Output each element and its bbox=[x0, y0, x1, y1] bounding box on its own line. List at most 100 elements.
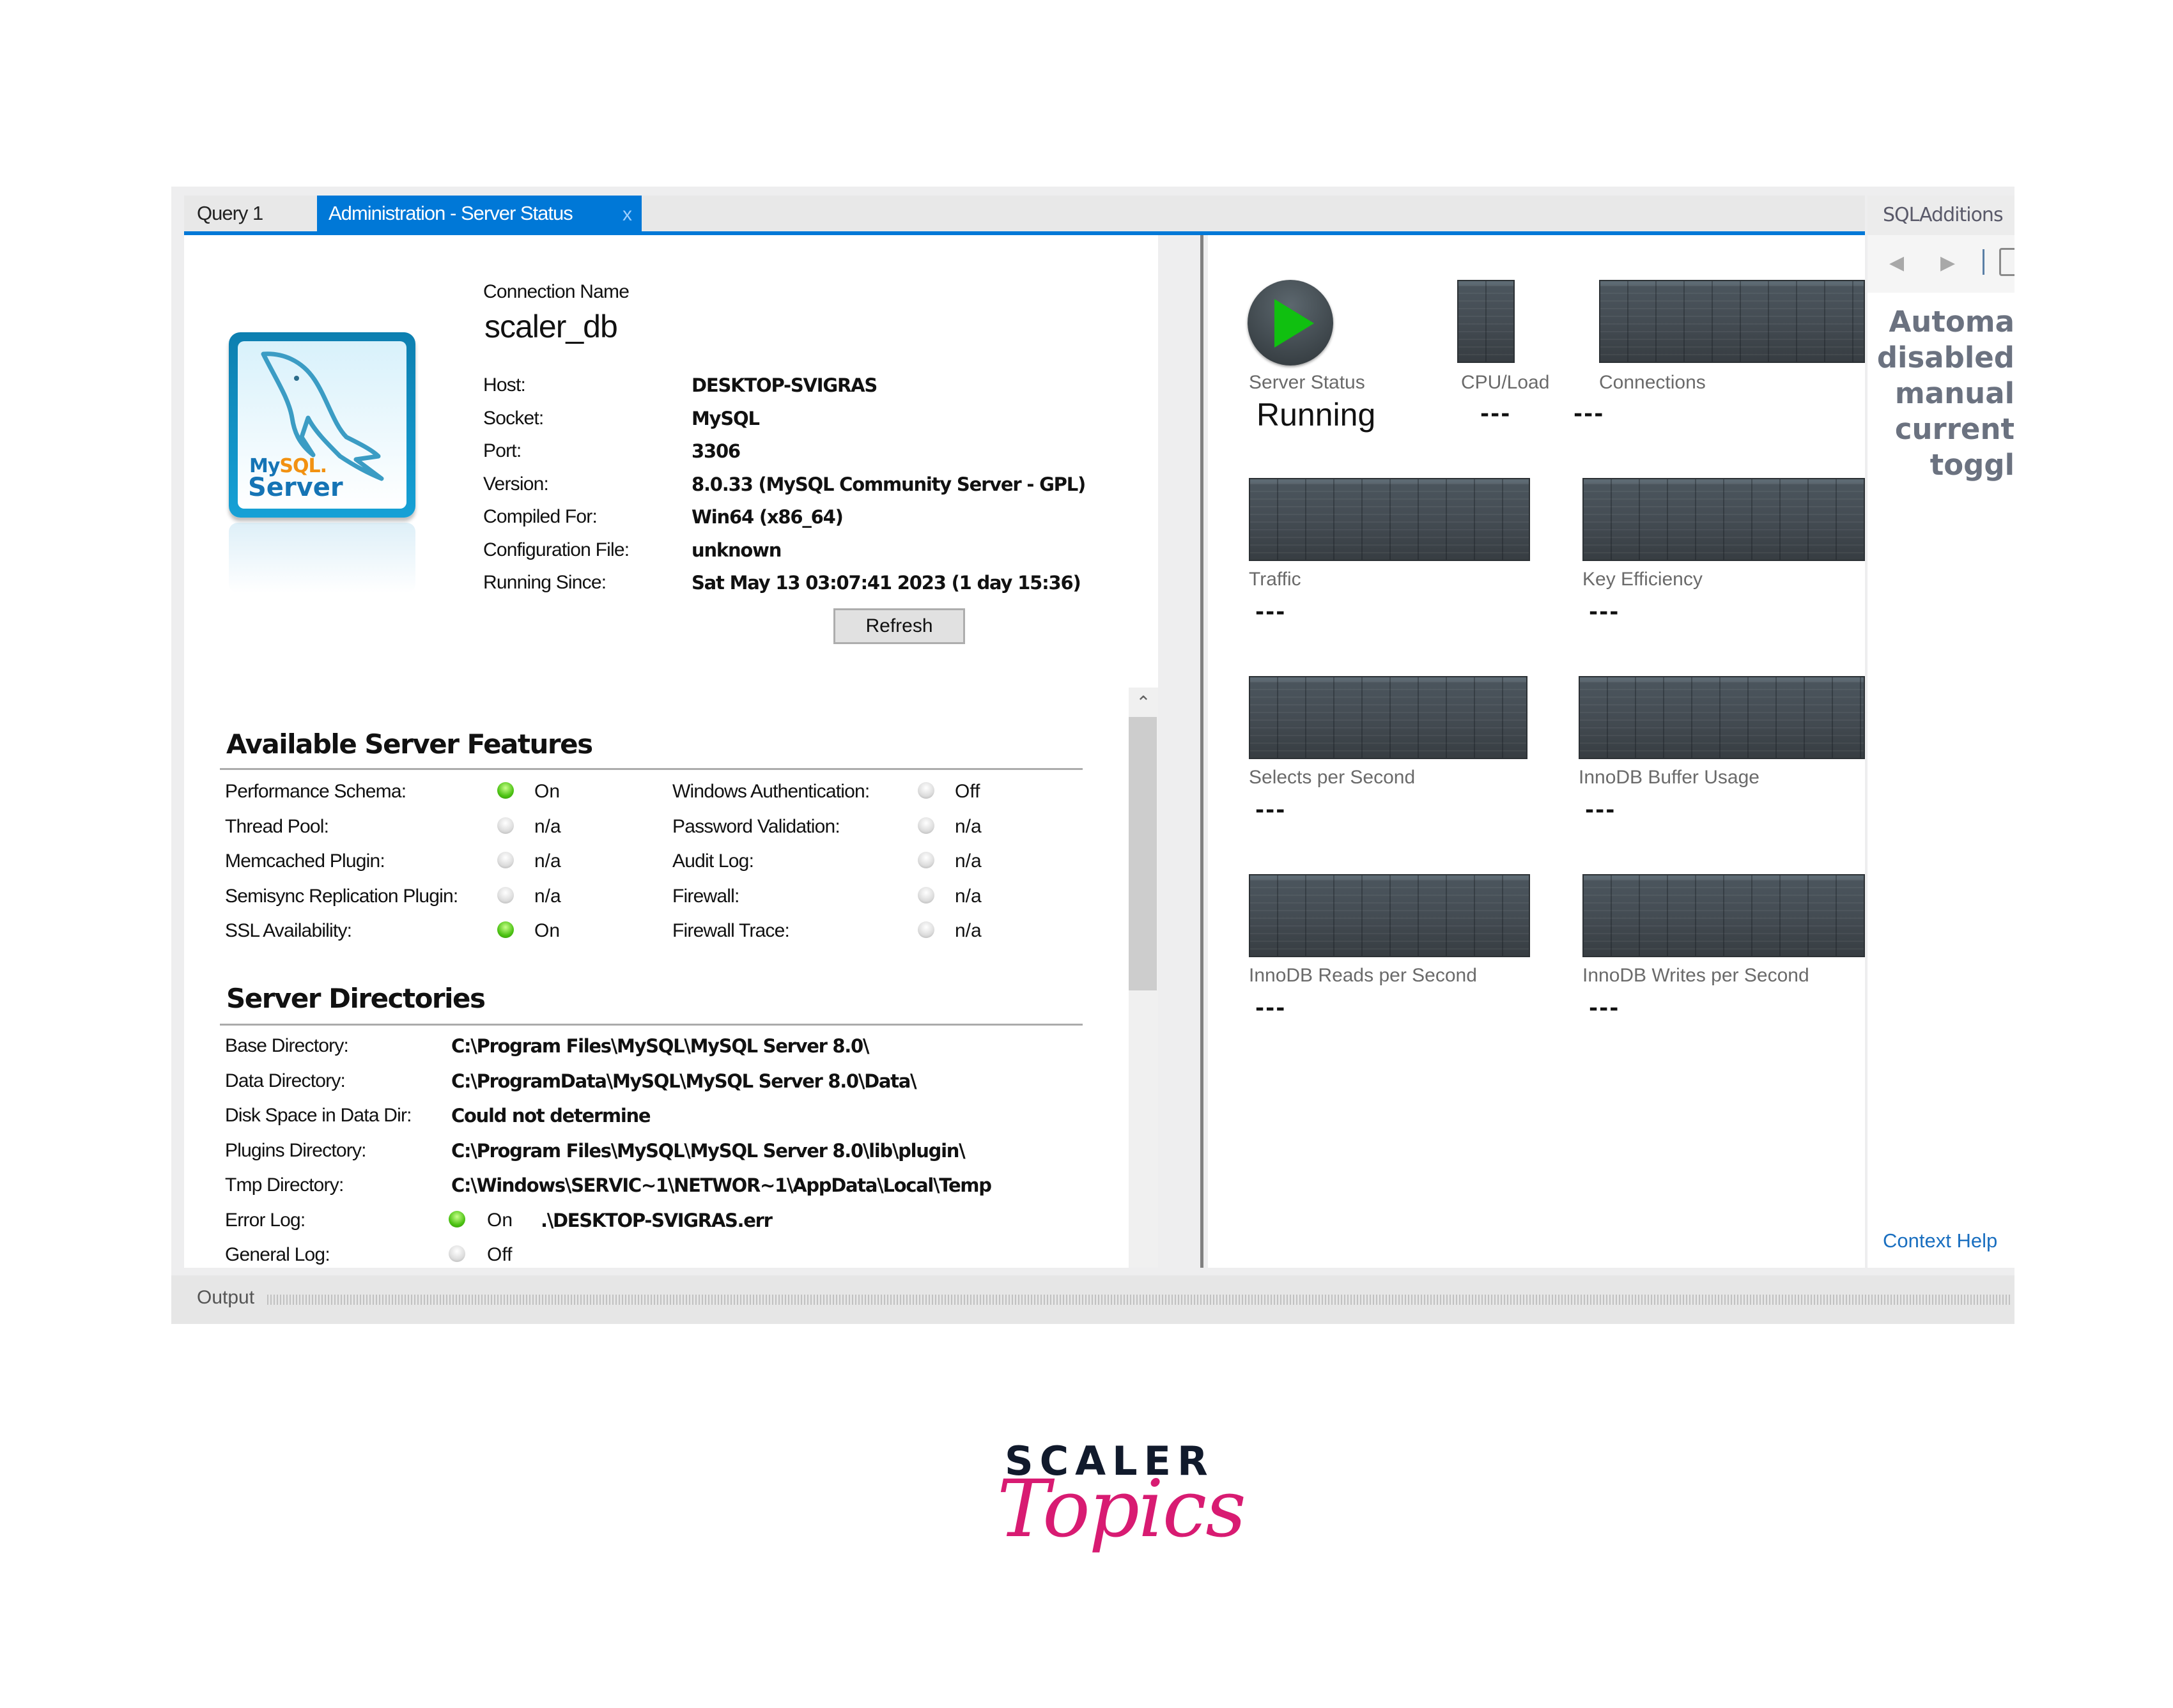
metric-graph bbox=[1249, 874, 1530, 957]
sidebar-message-line: disabled bbox=[1876, 341, 2014, 374]
feature-label: Thread Pool: bbox=[225, 815, 329, 837]
output-resize-grip[interactable] bbox=[267, 1295, 2012, 1305]
metric-graph bbox=[1579, 676, 1865, 759]
toolbar-separator bbox=[1983, 249, 1984, 275]
metric-label: InnoDB Reads per Second bbox=[1249, 965, 1477, 986]
directory-value: C:\Program Files\MySQL\MySQL Server 8.0\ bbox=[451, 1035, 869, 1057]
feature-label: Memcached Plugin: bbox=[225, 850, 385, 872]
sql-additions-sidebar: SQLAdditions ◀ ▶ Automa disabled manual cur… bbox=[1868, 196, 2014, 1268]
toggle-auto-help-icon[interactable] bbox=[1999, 248, 2014, 276]
sidebar-message-line: toggl bbox=[1929, 448, 2014, 482]
sidebar-toolbar: ◀ ▶ bbox=[1868, 235, 2014, 293]
scroll-up-arrow-icon[interactable]: ⌃ bbox=[1129, 688, 1158, 717]
feature-label: Audit Log: bbox=[672, 850, 754, 872]
close-tab-icon[interactable]: x bbox=[623, 197, 632, 233]
feature-value: n/a bbox=[534, 850, 561, 872]
cpu-load-graph bbox=[1457, 280, 1515, 363]
vertical-scrollbar[interactable]: ⌃ bbox=[1129, 688, 1158, 1268]
feature-label: Windows Authentication: bbox=[672, 781, 870, 802]
sidebar-message-line: manual bbox=[1894, 376, 2014, 410]
metric-value: --- bbox=[1255, 599, 1287, 625]
connections-graph bbox=[1599, 280, 1865, 363]
sidebar-message: Automa disabled manual current toggl bbox=[1868, 304, 2014, 483]
logo-server-text: Server bbox=[248, 473, 343, 502]
features-heading: Available Server Features bbox=[226, 728, 593, 760]
status-led-icon bbox=[449, 1210, 465, 1227]
tab-label: Query 1 bbox=[197, 202, 263, 224]
output-label: Output bbox=[197, 1287, 255, 1308]
back-arrow-icon[interactable]: ◀ bbox=[1889, 252, 1904, 274]
feature-value: n/a bbox=[955, 920, 982, 941]
metric-label: Traffic bbox=[1249, 569, 1301, 590]
feature-label: Firewall Trace: bbox=[672, 920, 790, 941]
status-led-icon bbox=[449, 1245, 465, 1262]
field-label: Version: bbox=[483, 473, 549, 495]
status-led-icon bbox=[918, 852, 934, 868]
metric-value: --- bbox=[1585, 797, 1616, 823]
feature-value: On bbox=[534, 781, 561, 802]
metric-graph bbox=[1249, 478, 1530, 561]
brand-topics: Topics bbox=[997, 1463, 1246, 1555]
tab-query-1[interactable]: Query 1 bbox=[197, 196, 318, 231]
directory-label: Disk Space in Data Dir: bbox=[225, 1105, 412, 1126]
status-led-icon bbox=[497, 782, 514, 799]
scrollbar-thumb[interactable] bbox=[1129, 717, 1157, 990]
logo-reflection bbox=[229, 523, 415, 593]
cpu-load-label: CPU/Load bbox=[1461, 372, 1550, 393]
directory-value: C:\Program Files\MySQL\MySQL Server 8.0\… bbox=[451, 1139, 966, 1162]
metric-graph bbox=[1582, 478, 1865, 561]
status-led-icon bbox=[918, 817, 934, 834]
feature-value: n/a bbox=[955, 815, 982, 837]
metric-label: Key Efficiency bbox=[1582, 569, 1703, 590]
refresh-button[interactable]: Refresh bbox=[833, 608, 965, 644]
context-help-label[interactable]: Context Help bbox=[1883, 1229, 1997, 1252]
server-running-icon bbox=[1248, 280, 1333, 365]
field-value: MySQL bbox=[692, 407, 760, 429]
metric-label: Selects per Second bbox=[1249, 767, 1416, 788]
field-label: Port: bbox=[483, 440, 522, 461]
directories-heading: Server Directories bbox=[226, 983, 486, 1014]
sidebar-message-line: Automa bbox=[1889, 305, 2014, 339]
field-label: Configuration File: bbox=[483, 539, 630, 560]
metric-graph bbox=[1249, 676, 1527, 759]
field-value: Win64 (x86_64) bbox=[692, 506, 844, 528]
directories-divider bbox=[220, 1024, 1083, 1026]
forward-arrow-icon[interactable]: ▶ bbox=[1940, 252, 1955, 274]
field-value: unknown bbox=[692, 539, 782, 561]
feature-value: On bbox=[534, 920, 561, 941]
tab-bar: Query 1 Administration - Server Status x bbox=[184, 196, 1865, 235]
output-panel-bar[interactable]: Output bbox=[171, 1275, 2014, 1324]
metric-label: InnoDB Writes per Second bbox=[1582, 965, 1809, 986]
log-status: Off bbox=[487, 1244, 513, 1265]
status-led-icon bbox=[918, 886, 934, 904]
feature-value: n/a bbox=[955, 885, 982, 907]
sidebar-title: SQLAdditions bbox=[1868, 196, 2014, 235]
mysql-server-logo: MySQL. Server bbox=[229, 332, 415, 518]
sidebar-message-line: current bbox=[1894, 412, 2014, 446]
field-label: Host: bbox=[483, 374, 526, 396]
tab-administration-server-status[interactable]: Administration - Server Status x bbox=[317, 196, 642, 231]
metric-graph bbox=[1582, 874, 1865, 957]
field-label: Compiled For: bbox=[483, 506, 598, 527]
cpu-load-value: --- bbox=[1480, 401, 1512, 427]
field-label: Running Since: bbox=[483, 572, 607, 593]
feature-value: Off bbox=[955, 781, 980, 802]
feature-value: n/a bbox=[534, 885, 561, 907]
status-led-icon bbox=[918, 921, 934, 938]
panel-splitter[interactable] bbox=[1200, 235, 1203, 1268]
metric-value: --- bbox=[1255, 996, 1287, 1021]
directory-value: Could not determine bbox=[451, 1105, 651, 1127]
directory-value: C:\ProgramData\MySQL\MySQL Server 8.0\Da… bbox=[451, 1070, 917, 1092]
metric-value: --- bbox=[1589, 599, 1620, 625]
status-led-icon bbox=[497, 852, 514, 868]
feature-label: Password Validation: bbox=[672, 815, 840, 837]
feature-label: SSL Availability: bbox=[225, 920, 352, 941]
feature-value: n/a bbox=[534, 815, 561, 837]
directory-label: Tmp Directory: bbox=[225, 1174, 344, 1196]
field-value: 8.0.33 (MySQL Community Server - GPL) bbox=[692, 473, 1086, 495]
feature-label: Performance Schema: bbox=[225, 781, 406, 802]
field-label: Socket: bbox=[483, 407, 544, 429]
metric-value: --- bbox=[1255, 797, 1287, 823]
server-status-value: Running bbox=[1257, 397, 1376, 433]
connection-name: scaler_db bbox=[484, 309, 618, 344]
